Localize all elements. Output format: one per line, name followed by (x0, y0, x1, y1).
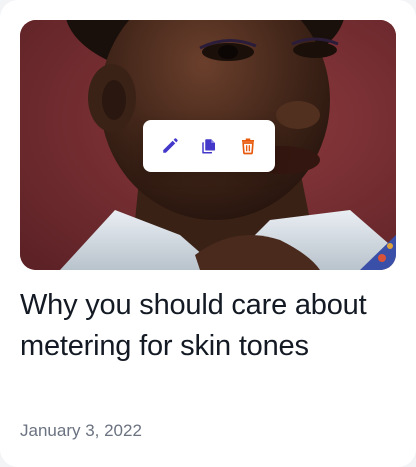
cover-photo (20, 20, 396, 270)
pencil-icon (163, 138, 179, 153)
publish-date: January 3, 2022 (20, 421, 142, 440)
trash-icon (241, 138, 254, 155)
duplicate-button[interactable] (192, 129, 226, 163)
article-title[interactable]: Why you should care about metering for s… (20, 285, 396, 367)
edit-button[interactable] (153, 129, 187, 163)
article-card[interactable]: Why you should care about metering for s… (0, 0, 416, 467)
image-action-toolbar (143, 120, 275, 172)
copy-icon (202, 139, 215, 154)
delete-button[interactable] (231, 129, 265, 163)
